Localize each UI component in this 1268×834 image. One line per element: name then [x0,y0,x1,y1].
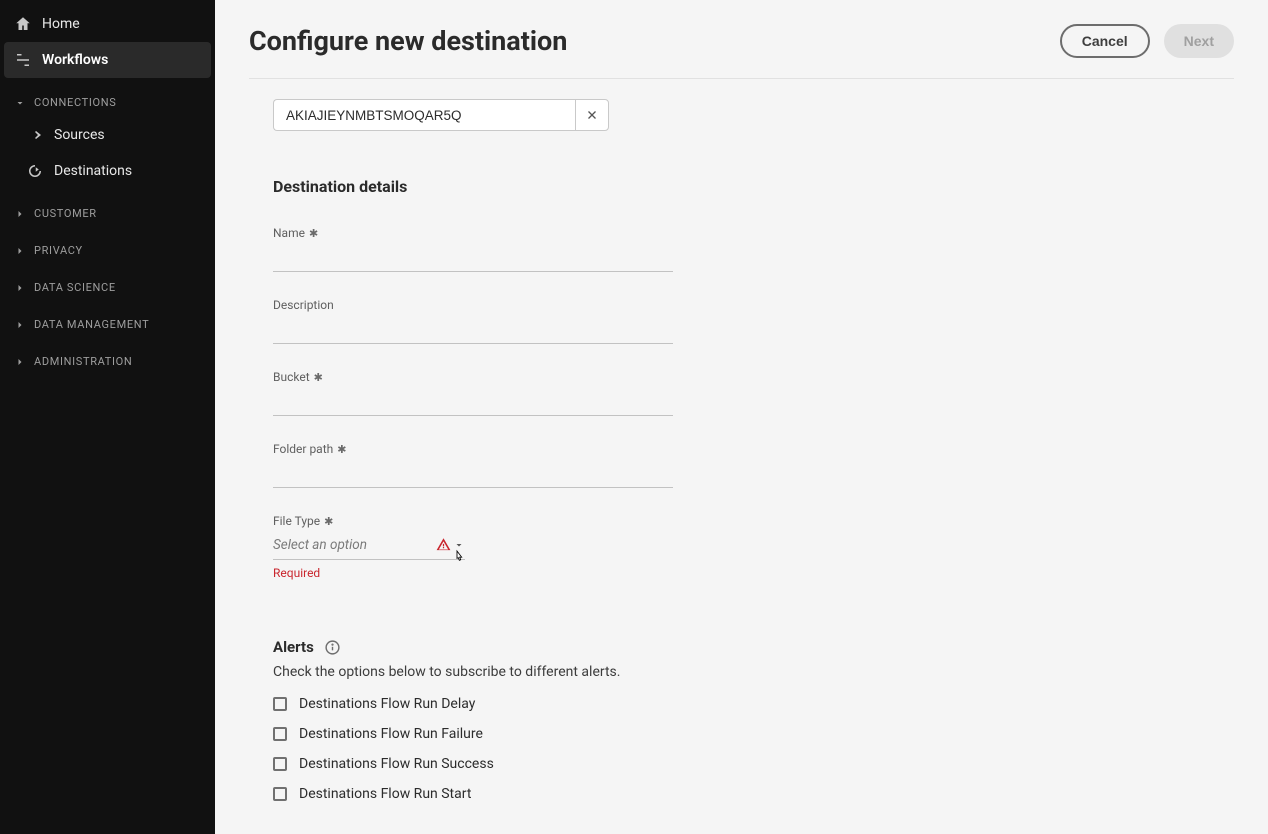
field-label: Description [273,298,693,312]
next-button[interactable]: Next [1164,24,1234,58]
field-name: Name ✱ [273,226,693,272]
alert-option-label: Destinations Flow Run Failure [299,726,483,742]
alert-option-row[interactable]: Destinations Flow Run Failure [273,726,793,742]
required-asterisk: ✱ [324,515,333,528]
select-placeholder: Select an option [273,537,367,553]
alerts-section: Alerts Check the options below to subscr… [273,638,793,802]
alert-option-label: Destinations Flow Run Success [299,756,494,772]
alert-option-label: Destinations Flow Run Delay [299,696,475,712]
access-key-field [273,99,609,131]
sidebar-item-label: Workflows [42,52,108,68]
sidebar-item-label: Sources [54,127,105,143]
chevron-right-icon [14,282,26,294]
sidebar-item-home[interactable]: Home [0,6,215,42]
description-input[interactable] [273,314,673,344]
sidebar-section-administration[interactable]: ADMINISTRATION [0,345,215,374]
sources-icon [26,126,44,144]
alerts-header: Alerts [273,638,793,656]
alert-option-row[interactable]: Destinations Flow Run Success [273,756,793,772]
file-type-select[interactable]: Select an option [273,530,465,560]
sidebar-section-label: DATA MANAGEMENT [34,318,149,331]
sidebar-section-customer[interactable]: CUSTOMER [0,197,215,226]
sidebar-section-label: PRIVACY [34,244,83,257]
chevron-right-icon [14,356,26,368]
error-text: Required [273,566,693,580]
sidebar-section-connections[interactable]: CONNECTIONS [0,86,215,115]
field-label: Name ✱ [273,226,693,240]
sidebar: Home Workflows CONNECTIONS Sources Desti… [0,0,215,834]
sidebar-item-sources[interactable]: Sources [0,117,215,153]
sidebar-section-label: DATA SCIENCE [34,281,116,294]
section-heading: Destination details [273,177,693,196]
info-icon [324,639,341,656]
field-folder-path: Folder path ✱ [273,442,693,488]
sidebar-item-label: Destinations [54,163,132,179]
alerts-title: Alerts [273,638,314,656]
field-bucket: Bucket ✱ [273,370,693,416]
destination-details-section: Destination details Name ✱ Description B… [273,177,693,580]
field-label: File Type ✱ [273,514,693,528]
sidebar-section-label: ADMINISTRATION [34,355,132,368]
page-title: Configure new destination [249,25,567,57]
name-input[interactable] [273,242,673,272]
destinations-icon [26,162,44,180]
sidebar-item-workflows[interactable]: Workflows [4,42,211,78]
field-description: Description [273,298,693,344]
checkbox[interactable] [273,697,287,711]
chevron-right-icon [14,208,26,220]
field-file-type: File Type ✱ Select an option Required [273,514,693,580]
alert-option-row[interactable]: Destinations Flow Run Start [273,786,793,802]
main-content: Configure new destination Cancel Next De… [215,0,1268,834]
sidebar-section-label: CONNECTIONS [34,96,116,109]
sidebar-item-label: Home [42,16,80,32]
cancel-button[interactable]: Cancel [1060,24,1150,58]
required-asterisk: ✱ [314,371,323,384]
chevron-down-icon [453,539,465,551]
checkbox[interactable] [273,727,287,741]
clear-button[interactable] [575,99,609,131]
required-asterisk: ✱ [309,227,318,240]
sidebar-item-destinations[interactable]: Destinations [0,153,215,189]
home-icon [14,15,32,33]
access-key-input[interactable] [273,99,575,131]
field-label: Folder path ✱ [273,442,693,456]
chevron-right-icon [14,245,26,257]
alerts-description: Check the options below to subscribe to … [273,664,793,680]
alert-option-row[interactable]: Destinations Flow Run Delay [273,696,793,712]
chevron-down-icon [14,97,26,109]
checkbox[interactable] [273,757,287,771]
required-asterisk: ✱ [337,443,346,456]
folder-path-input[interactable] [273,458,673,488]
chevron-right-icon [14,319,26,331]
sidebar-section-privacy[interactable]: PRIVACY [0,234,215,263]
sidebar-section-label: CUSTOMER [34,207,97,220]
close-icon [586,109,598,121]
checkbox[interactable] [273,787,287,801]
field-label: Bucket ✱ [273,370,693,384]
header-buttons: Cancel Next [1060,24,1234,58]
bucket-input[interactable] [273,386,673,416]
alert-option-label: Destinations Flow Run Start [299,786,471,802]
workflows-icon [14,51,32,69]
alert-icon [436,537,451,552]
sidebar-section-data-science[interactable]: DATA SCIENCE [0,271,215,300]
sidebar-section-data-management[interactable]: DATA MANAGEMENT [0,308,215,337]
page-header: Configure new destination Cancel Next [249,24,1234,79]
